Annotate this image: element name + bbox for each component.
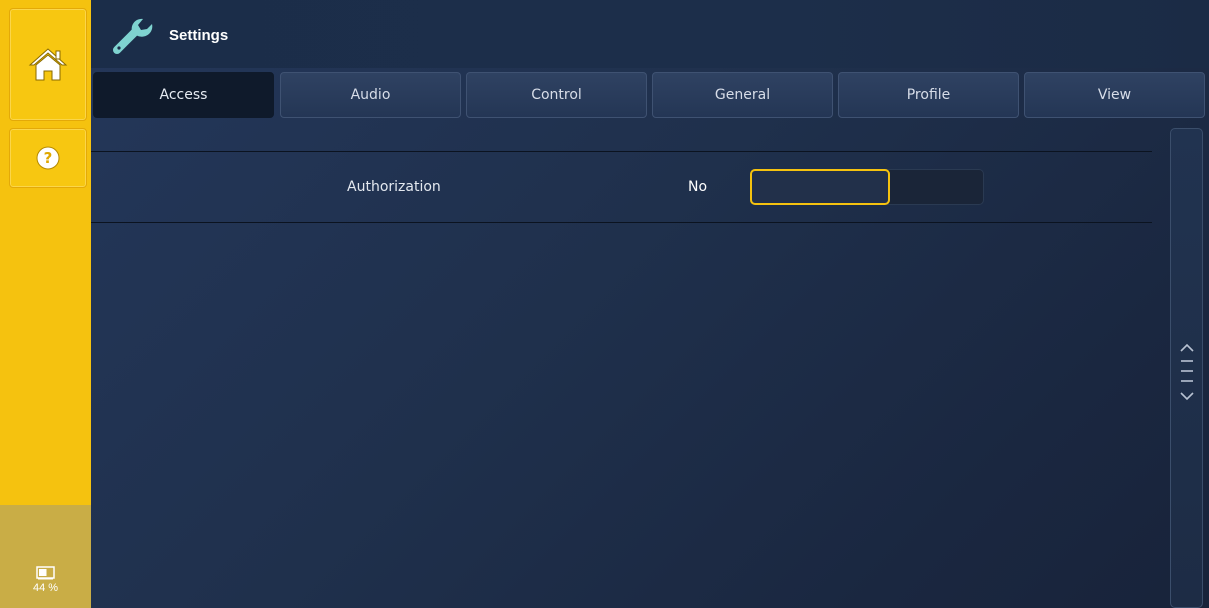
tab-bar: Access Audio Control General Profile Vie… <box>91 72 1209 120</box>
chevron-up-icon <box>1179 343 1194 352</box>
help-button[interactable]: ? <box>9 128 87 188</box>
tab-general[interactable]: General <box>652 72 833 118</box>
home-button[interactable] <box>9 8 87 121</box>
divider <box>91 151 1152 152</box>
sidebar: ? 44 % <box>0 0 91 608</box>
divider <box>91 222 1152 223</box>
battery-level: 44 % <box>32 582 59 594</box>
tab-audio[interactable]: Audio <box>280 72 461 118</box>
question-mark-icon: ? <box>36 146 60 170</box>
battery-status: 44 % <box>0 566 91 606</box>
tab-access[interactable]: Access <box>93 72 274 118</box>
battery-icon <box>35 566 55 580</box>
tab-control[interactable]: Control <box>466 72 647 118</box>
authorization-label: Authorization <box>347 179 441 195</box>
scrollbar[interactable] <box>1170 128 1203 608</box>
svg-text:?: ? <box>44 149 53 167</box>
scroll-grip[interactable] <box>1171 329 1202 415</box>
home-icon <box>28 47 68 80</box>
chevron-down-icon <box>1179 392 1194 401</box>
main-panel: Settings Access Audio Control General Pr… <box>91 0 1209 608</box>
grip-icon <box>1180 360 1193 382</box>
authorization-value: No <box>688 179 708 195</box>
page-title: Settings <box>169 27 229 44</box>
tab-profile[interactable]: Profile <box>838 72 1019 118</box>
header: Settings <box>91 0 1209 68</box>
authorization-toggle[interactable] <box>750 169 984 205</box>
app-window: ? 44 % Settings Access Audio Control Gen… <box>0 0 1209 608</box>
tab-view[interactable]: View <box>1024 72 1205 118</box>
wrench-icon <box>113 18 153 54</box>
toggle-knob[interactable] <box>750 169 890 205</box>
